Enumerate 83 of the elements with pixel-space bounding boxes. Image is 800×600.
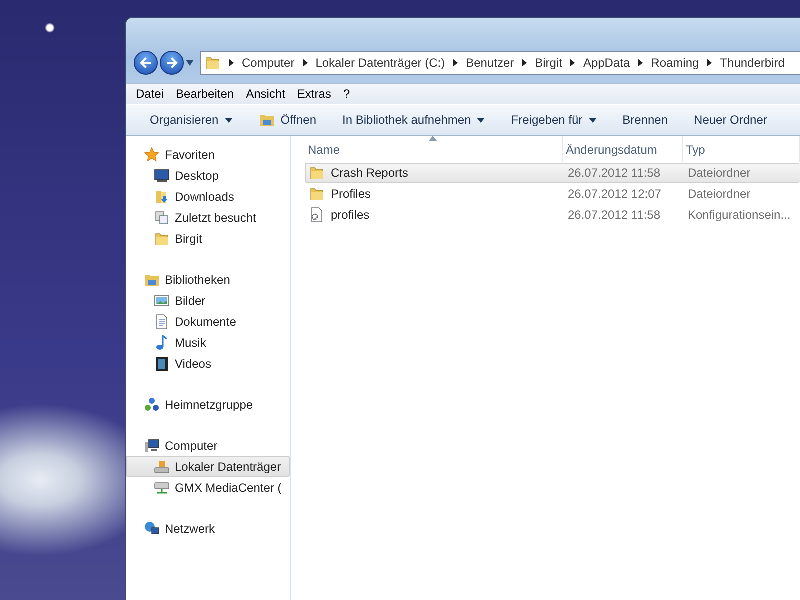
breadcrumb[interactable]: Roaming [651,56,700,70]
toolbar-button[interactable]: In Bibliothek aufnehmen [334,109,494,131]
network-drive-icon [154,480,170,496]
network-icon [144,520,160,536]
computer-icon [144,438,160,454]
folder-icon [309,186,325,202]
chevron-icon [638,59,644,67]
file-name: profiles [331,208,370,222]
nav-item[interactable]: Desktop [126,165,290,186]
toolbar-button[interactable]: Öffnen [250,108,325,132]
chevron-icon [570,59,576,67]
menu-item[interactable]: Ansicht [240,85,292,103]
menu-item[interactable]: Bearbeiten [170,85,240,103]
chevron-icon [522,59,528,67]
file-row[interactable]: Profiles 26.07.2012 12:07 Dateiordner [305,184,800,204]
file-date: 26.07.2012 12:07 [567,187,662,201]
nav-item[interactable]: Zuletzt besucht [126,207,290,228]
nav-group-header[interactable]: Heimnetzgruppe [126,394,290,415]
menu-item[interactable]: Extras [291,85,338,103]
toolbar-button[interactable]: Organisieren [142,109,241,131]
nav-group-header[interactable]: Computer [126,435,290,456]
chevron-icon [229,59,234,67]
picture-icon [154,292,170,308]
settings-file-icon [309,207,325,223]
caret-icon [224,118,233,122]
chevron-icon [707,59,712,67]
homegroup-icon [144,396,160,412]
column-header[interactable]: Typ [683,136,800,162]
nav-group-header[interactable]: Netzwerk [126,518,290,539]
file-type: Dateiordner [687,187,752,201]
nav-item[interactable]: Dokumente [126,311,290,332]
menu-item[interactable]: Datei [130,85,170,103]
nav-item[interactable]: Birgit [126,228,290,249]
breadcrumb[interactable]: Computer [242,56,295,70]
recent-places-icon [154,210,170,226]
column-header[interactable]: Name [305,136,563,162]
column-header[interactable]: Änderungsdatum [563,136,683,162]
arrow-right-icon [165,56,179,70]
breadcrumb[interactable]: Thunderbird [720,56,785,70]
back-button[interactable] [134,51,158,75]
toolbar-button[interactable]: Freigeben für [503,109,605,131]
file-date: 26.07.2012 11:58 [567,208,662,222]
caret-icon [588,118,597,122]
folder-icon [154,230,170,246]
chevron-icon [302,59,308,67]
nav-group-header[interactable]: Favoriten [126,144,290,165]
monitor-icon [154,168,170,184]
forward-button[interactable] [160,51,184,75]
chevron-icon [453,59,458,67]
breadcrumb[interactable]: AppData [583,56,630,70]
document-icon [154,314,170,330]
arrow-left-icon [139,56,153,70]
nav-item[interactable]: GMX MediaCenter ( [126,477,290,498]
file-row[interactable]: profiles 26.07.2012 11:58 Konfigurationsein... [305,205,800,225]
nav-item[interactable]: Downloads [126,186,290,207]
star-icon [144,146,160,162]
dropdown-caret-icon[interactable] [186,60,194,66]
nav-item[interactable]: Videos [126,353,290,374]
breadcrumb[interactable]: Birgit [535,56,562,70]
music-note-icon [154,334,170,350]
file-name: Profiles [331,187,372,201]
file-type: Dateiordner [687,166,752,180]
toolbar-button[interactable]: Brennen [614,109,676,131]
nav-item[interactable]: Musik [126,332,290,353]
file-row[interactable]: Crash Reports 26.07.2012 11:58 Dateiordner [305,163,800,183]
file-date: 26.07.2012 11:58 [567,166,662,180]
toolbar-button[interactable]: Neuer Ordner [686,109,776,131]
drive-icon [154,458,170,474]
nav-group-header[interactable]: Bibliotheken [126,269,290,290]
folder-icon [258,112,275,128]
folder-icon [309,165,325,181]
address-bar[interactable]: Computer Lokaler Datenträger (C:) Benutzer Birgit AppData Roaming Thunderbird [200,51,800,75]
breadcrumb[interactable]: Lokaler Datenträger (C:) [316,56,446,70]
file-name: Crash Reports [331,166,408,180]
sort-arrow-icon [429,136,437,141]
breadcrumb[interactable]: Benutzer [466,56,514,70]
file-type: Konfigurationsein... [687,208,792,222]
caret-icon [477,118,486,122]
menu-item[interactable]: ? [337,85,356,103]
folder-icon [205,55,221,71]
nav-item[interactable]: Lokaler Datenträger [126,456,290,477]
folder-download-icon [154,188,170,204]
nav-item[interactable]: Bilder [126,290,290,311]
